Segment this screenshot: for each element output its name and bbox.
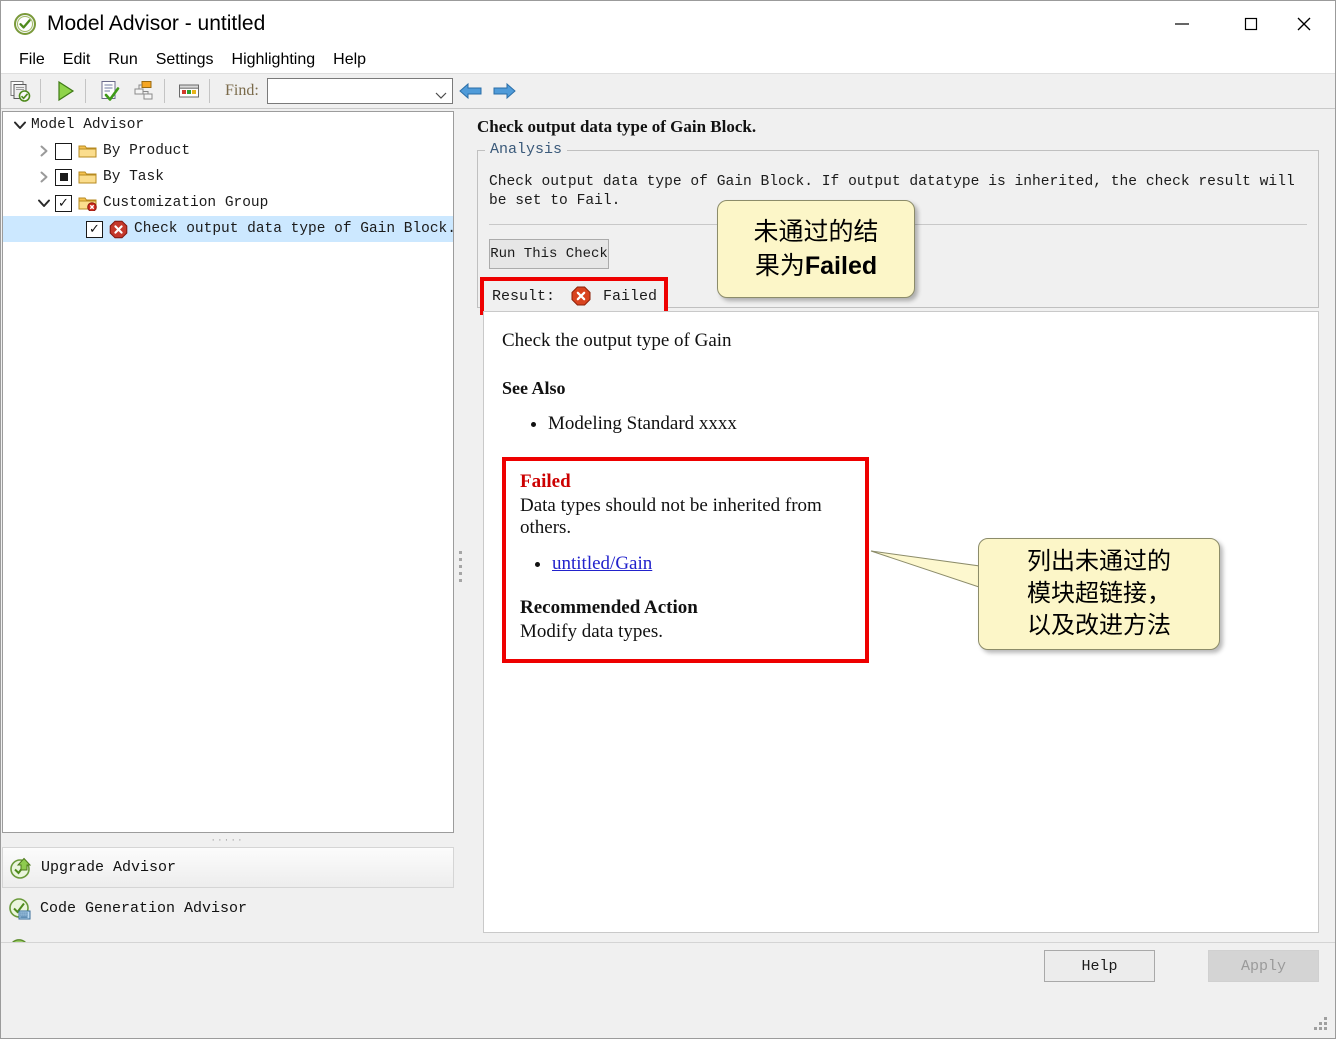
folder-error-icon — [78, 194, 98, 212]
failed-text: Data types should not be inherited from … — [520, 495, 822, 538]
menu-bar: File Edit Run Settings Highlighting Help — [1, 46, 1335, 73]
error-icon — [109, 220, 129, 238]
run-checks-icon[interactable] — [95, 76, 125, 106]
menu-settings[interactable]: Settings — [147, 49, 223, 71]
failed-links-list: untitled/Gain — [520, 553, 851, 575]
resize-grip[interactable] — [1313, 1016, 1327, 1030]
callout2-line1: 列出未通过的 — [1027, 548, 1171, 575]
model-advisor-check-icon — [13, 12, 37, 36]
annotation-callout-links: 列出未通过的 模块超链接， 以及改进方法 — [978, 538, 1220, 650]
menu-file[interactable]: File — [10, 49, 54, 71]
result-row: Result: Failed — [480, 277, 668, 315]
tree-item-by-product[interactable]: By Product — [3, 138, 453, 164]
tree-checkbox[interactable] — [55, 168, 72, 186]
toolbar-separator — [164, 79, 165, 103]
result-label: Result: — [492, 287, 556, 305]
window-title: Model Advisor - untitled — [47, 11, 266, 35]
run-icon[interactable] — [50, 76, 80, 106]
see-also-heading: See Also — [502, 378, 566, 398]
back-arrow-icon[interactable] — [456, 76, 486, 106]
toolbar-separator — [85, 79, 86, 103]
close-button[interactable] — [1273, 1, 1335, 46]
new-model-advisor-icon[interactable] — [5, 76, 35, 106]
horizontal-splitter[interactable]: ····· — [2, 833, 454, 847]
apply-button: Apply — [1208, 950, 1319, 982]
tree-item-label: By Task — [103, 169, 164, 185]
menu-help[interactable]: Help — [324, 49, 375, 71]
tree-item-label: By Product — [103, 143, 191, 159]
callout1-line2-bold: Failed — [804, 252, 878, 280]
maximize-button[interactable] — [1228, 1, 1274, 46]
advisor-label: Code Generation Advisor — [40, 900, 248, 917]
see-also-list: Modeling Standard xxxx — [502, 413, 1300, 435]
page-title: Check output data type of Gain Block. — [477, 117, 757, 136]
forward-arrow-icon[interactable] — [489, 76, 519, 106]
tree-item-model-advisor[interactable]: Model Advisor — [3, 112, 453, 138]
show-report-icon[interactable] — [129, 76, 159, 106]
tree-checkbox[interactable]: ✓ — [86, 220, 103, 238]
title-bar: Model Advisor - untitled — [1, 1, 1335, 46]
tree-item-label: Customization Group — [103, 195, 269, 211]
minimize-button[interactable] — [1159, 1, 1205, 46]
upgrade-advisor-item[interactable]: Upgrade Advisor — [2, 847, 454, 888]
report-window-icon[interactable] — [174, 76, 204, 106]
chevron-right-icon[interactable] — [33, 144, 55, 158]
annotation-callout-result: 未通过的结 果为Failed — [717, 200, 915, 298]
toolbar-separator — [209, 79, 210, 103]
folder-icon — [78, 142, 98, 160]
vertical-splitter[interactable] — [456, 546, 464, 586]
toolbar: Find: — [1, 73, 1335, 109]
splitter-dots: ····· — [211, 833, 245, 846]
footer-bar: Help Apply — [1, 942, 1335, 1038]
failed-result-box: Failed Data types should not be inherite… — [502, 457, 869, 663]
result-value: Failed — [603, 287, 658, 305]
menu-highlighting[interactable]: Highlighting — [223, 49, 325, 71]
error-icon — [571, 286, 591, 306]
find-input[interactable] — [270, 79, 435, 103]
run-this-check-button[interactable]: Run This Check — [489, 239, 609, 269]
list-item: Modeling Standard xxxx — [548, 413, 1300, 435]
callout2-line2: 模块超链接， — [1027, 580, 1171, 607]
code-generation-advisor-icon — [8, 897, 32, 921]
model-advisor-window: Model Advisor - untitled File Edit Run S… — [0, 0, 1336, 1039]
tree-checkbox[interactable]: ✓ — [55, 194, 72, 212]
tree-item-label: Model Advisor — [31, 117, 145, 133]
advisor-label: Upgrade Advisor — [41, 859, 177, 876]
folder-icon — [78, 168, 98, 186]
find-combobox[interactable] — [266, 78, 453, 105]
upgrade-advisor-icon — [9, 856, 33, 880]
failed-heading: Failed — [520, 471, 571, 492]
model-advisor-tree-panel[interactable]: Model Advisor By Product By Task ✓ Custo… — [2, 111, 454, 833]
tree-item-label: Check output data type of Gain Block. — [134, 221, 454, 237]
recommended-action-text: Modify data types. — [520, 621, 664, 642]
chevron-down-icon[interactable] — [435, 87, 447, 105]
chevron-down-icon[interactable] — [9, 118, 31, 132]
callout2-line3: 以及改进方法 — [1027, 612, 1171, 639]
doc-intro: Check the output type of Gain — [502, 330, 732, 351]
code-generation-advisor-item[interactable]: Code Generation Advisor — [2, 888, 454, 929]
tree-item-check-output-data-type[interactable]: ✓ Check output data type of Gain Block. — [3, 216, 453, 242]
chevron-right-icon[interactable] — [33, 170, 55, 184]
block-hyperlink[interactable]: untitled/Gain — [552, 553, 652, 574]
help-button[interactable]: Help — [1044, 950, 1155, 982]
toolbar-separator — [40, 79, 41, 103]
menu-run[interactable]: Run — [99, 49, 146, 71]
analysis-legend-label: Analysis — [485, 141, 568, 158]
list-item: untitled/Gain — [552, 553, 851, 575]
find-label: Find: — [225, 82, 259, 99]
callout1-line1: 未通过的结 — [753, 218, 879, 246]
tree-item-customization-group[interactable]: ✓ Customization Group — [3, 190, 453, 216]
tree-checkbox[interactable] — [55, 142, 72, 160]
menu-edit[interactable]: Edit — [54, 49, 100, 71]
chevron-down-icon[interactable] — [33, 196, 55, 210]
tree-item-by-task[interactable]: By Task — [3, 164, 453, 190]
callout1-line2-prefix: 果为 — [754, 252, 805, 280]
recommended-action-heading: Recommended Action — [520, 597, 698, 618]
